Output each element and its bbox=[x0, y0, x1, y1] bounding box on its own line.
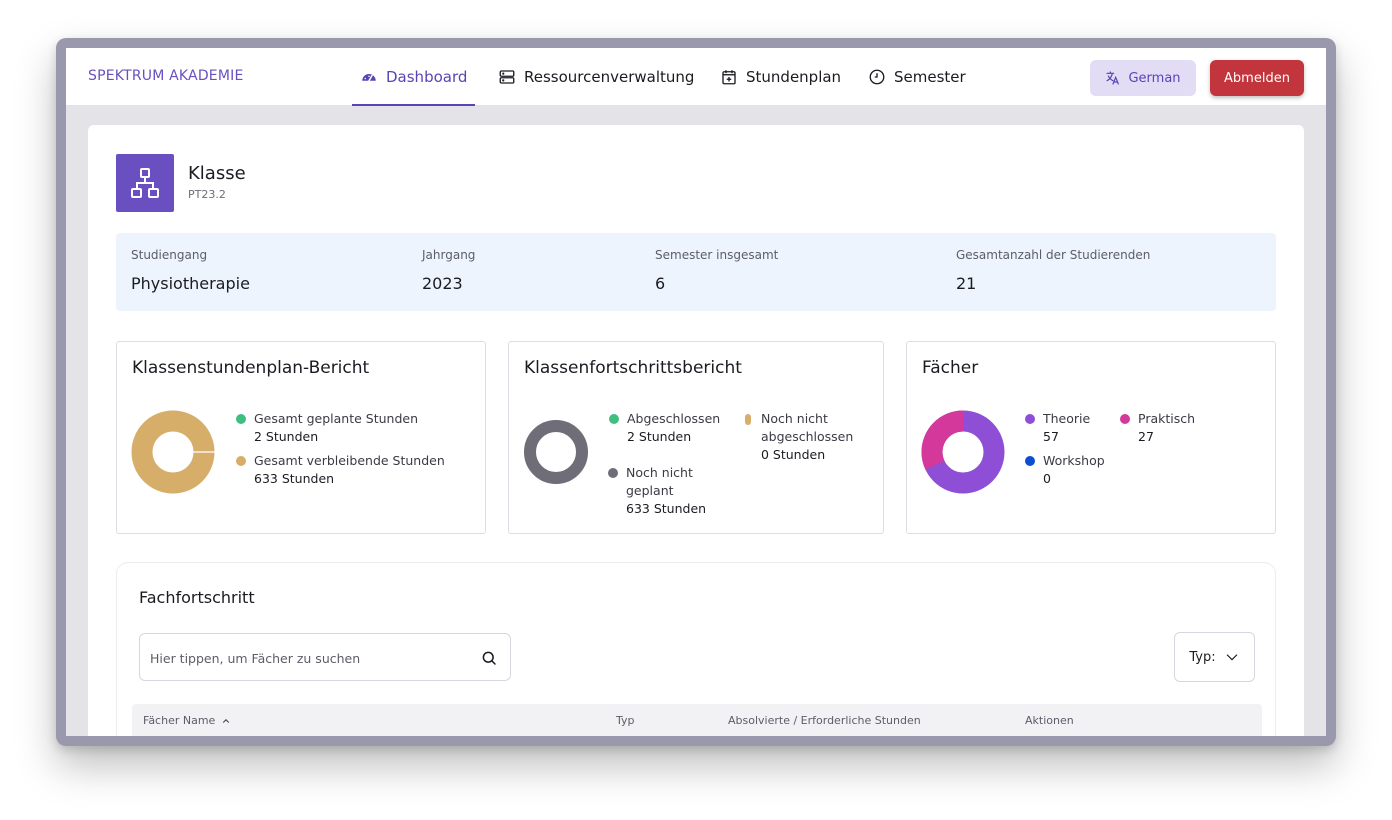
server-icon bbox=[499, 70, 515, 84]
hierarchy-icon bbox=[131, 168, 159, 198]
class-title: Klasse bbox=[188, 163, 246, 184]
subjects-card: Fächer Theorie 57 Praktisch 27 Workshop … bbox=[906, 341, 1276, 534]
blue-dot-icon bbox=[1025, 456, 1035, 466]
progress-not-planned-slice bbox=[524, 420, 588, 484]
legend-not-completed: Noch nicht abgeschlossen 0 Stunden bbox=[745, 410, 854, 464]
clock-icon bbox=[869, 69, 885, 85]
top-navigation: SPEKTRUM AKADEMIE Dashboard Ressourcenve… bbox=[66, 48, 1326, 106]
subjects-donut bbox=[921, 410, 1005, 494]
type-filter-label: Typ: bbox=[1189, 649, 1216, 665]
class-hierarchy-icon-tile bbox=[116, 154, 174, 212]
column-header-actions: Aktionen bbox=[1025, 714, 1074, 727]
schedule-report-donut bbox=[131, 410, 215, 494]
legend-practical: Praktisch 27 bbox=[1120, 410, 1196, 446]
progress-report-donut bbox=[524, 420, 588, 484]
progress-report-card: Klassenfortschrittsbericht Abgeschlossen… bbox=[508, 341, 884, 534]
legend-planned-label: Gesamt geplante Stunden bbox=[254, 411, 419, 426]
info-program: Studiengang Physiotherapie bbox=[131, 248, 250, 293]
speedometer-icon bbox=[362, 74, 376, 82]
legend-not-planned-value: 633 Stunden bbox=[626, 501, 707, 516]
legend-workshop: Workshop 0 bbox=[1025, 452, 1105, 488]
sort-ascending-icon bbox=[223, 718, 230, 723]
column-header-type[interactable]: Typ bbox=[616, 714, 635, 727]
subject-search-box bbox=[139, 633, 511, 681]
subject-progress-section: Fachfortschritt Typ: bbox=[116, 562, 1276, 736]
nav-resources-label: Ressourcenverwaltung bbox=[524, 68, 695, 86]
legend-theory-label: Theorie bbox=[1043, 411, 1091, 426]
nav-semester[interactable]: Semester bbox=[868, 48, 966, 106]
brand-logo-text[interactable]: SPEKTRUM AKADEMIE bbox=[88, 68, 244, 84]
language-label: German bbox=[1128, 70, 1181, 86]
gold-dot-icon bbox=[745, 414, 751, 425]
nav-schedule[interactable]: Stundenplan bbox=[720, 48, 841, 106]
subjects-title: Fächer bbox=[922, 358, 979, 378]
legend-theory-value: 57 bbox=[1043, 429, 1059, 444]
type-filter-select[interactable]: Typ: bbox=[1174, 632, 1255, 682]
legend-not-planned: Noch nicht geplant 633 Stunden bbox=[608, 464, 707, 518]
info-semesters-label: Semester insgesamt bbox=[655, 248, 779, 262]
info-year-value: 2023 bbox=[422, 274, 463, 293]
language-button[interactable]: German bbox=[1090, 60, 1196, 96]
schedule-report-title: Klassenstundenplan-Bericht bbox=[132, 358, 370, 378]
translate-icon bbox=[1106, 71, 1120, 85]
chevron-down-icon bbox=[1226, 654, 1237, 661]
info-year: Jahrgang 2023 bbox=[422, 248, 475, 293]
info-semesters-value: 6 bbox=[655, 274, 666, 293]
nav-schedule-label: Stundenplan bbox=[746, 68, 842, 86]
legend-not-planned-label-2: geplant bbox=[626, 483, 674, 498]
legend-remaining-value: 633 Stunden bbox=[254, 471, 335, 486]
search-icon[interactable] bbox=[480, 649, 498, 667]
info-students: Gesamtanzahl der Studierenden 21 bbox=[956, 248, 1150, 293]
info-semesters: Semester insgesamt 6 bbox=[655, 248, 778, 293]
legend-completed-value: 2 Stunden bbox=[627, 429, 692, 444]
nav-dashboard-label: Dashboard bbox=[386, 68, 468, 86]
progress-report-title: Klassenfortschrittsbericht bbox=[524, 358, 742, 378]
nav-resources[interactable]: Ressourcenverwaltung bbox=[498, 48, 694, 106]
legend-not-completed-label-2: abgeschlossen bbox=[761, 429, 854, 444]
info-students-label: Gesamtanzahl der Studierenden bbox=[956, 248, 1151, 262]
class-info-strip: Studiengang Physiotherapie Jahrgang 2023… bbox=[116, 233, 1276, 311]
column-header-hours[interactable]: Absolvierte / Erforderliche Stunden bbox=[728, 714, 921, 727]
info-program-value: Physiotherapie bbox=[131, 274, 250, 293]
purple-dot-icon bbox=[1025, 414, 1035, 424]
legend-not-completed-value: 0 Stunden bbox=[761, 447, 826, 462]
magenta-dot-icon bbox=[1120, 414, 1130, 424]
gray-dot-icon bbox=[608, 468, 618, 478]
info-students-value: 21 bbox=[956, 274, 977, 293]
legend-remaining-hours: Gesamt verbleibende Stunden 633 Stunden bbox=[236, 452, 445, 488]
legend-completed: Abgeschlossen 2 Stunden bbox=[609, 410, 721, 446]
nav-semester-label: Semester bbox=[894, 68, 966, 86]
info-program-label: Studiengang bbox=[131, 248, 208, 262]
nav-dashboard[interactable]: Dashboard bbox=[351, 48, 476, 106]
legend-workshop-value: 0 bbox=[1043, 471, 1051, 486]
class-code: PT23.2 bbox=[188, 188, 226, 201]
green-dot-icon bbox=[609, 414, 619, 424]
green-dot-icon bbox=[236, 414, 246, 424]
subject-search-input[interactable] bbox=[150, 646, 470, 670]
legend-practical-label: Praktisch bbox=[1138, 411, 1196, 426]
legend-planned-hours: Gesamt geplante Stunden 2 Stunden bbox=[236, 410, 419, 446]
legend-planned-value: 2 Stunden bbox=[254, 429, 319, 444]
logout-button[interactable]: Abmelden bbox=[1210, 60, 1304, 96]
legend-remaining-label: Gesamt verbleibende Stunden bbox=[254, 453, 445, 468]
legend-not-planned-label-1: Noch nicht bbox=[626, 465, 693, 480]
schedule-report-card: Klassenstundenplan-Bericht Gesamt geplan… bbox=[116, 341, 486, 534]
column-header-name-label: Fächer Name bbox=[143, 714, 216, 727]
calendar-icon bbox=[722, 70, 736, 85]
column-header-name[interactable]: Fächer Name bbox=[143, 714, 231, 727]
subject-table-header: Fächer Name Typ Absolvierte / Erforderli… bbox=[132, 704, 1262, 736]
browser-window-frame: SPEKTRUM AKADEMIE Dashboard Ressourcenve… bbox=[56, 38, 1336, 746]
legend-not-completed-label-1: Noch nicht bbox=[761, 411, 828, 426]
legend-practical-value: 27 bbox=[1138, 429, 1154, 444]
gold-dot-icon bbox=[236, 456, 246, 466]
info-year-label: Jahrgang bbox=[422, 248, 476, 262]
subject-progress-title: Fachfortschritt bbox=[139, 588, 255, 607]
main-content-card: Klasse PT23.2 Studiengang Physiotherapie… bbox=[88, 125, 1304, 736]
legend-completed-label: Abgeschlossen bbox=[627, 411, 721, 426]
legend-theory: Theorie 57 bbox=[1025, 410, 1091, 446]
legend-workshop-label: Workshop bbox=[1043, 453, 1105, 468]
app-window: SPEKTRUM AKADEMIE Dashboard Ressourcenve… bbox=[66, 48, 1326, 736]
